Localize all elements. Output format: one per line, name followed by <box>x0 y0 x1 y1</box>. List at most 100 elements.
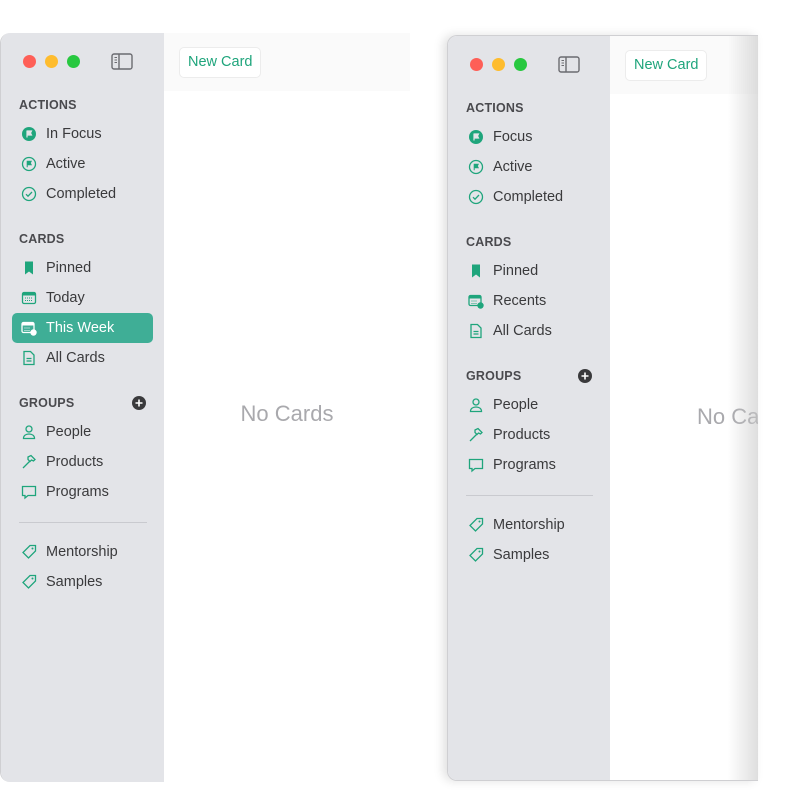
check-circle-icon <box>468 189 484 205</box>
add-group-button[interactable] <box>578 369 592 383</box>
sidebar-item-programs[interactable]: Programs <box>459 450 599 480</box>
close-button[interactable] <box>23 55 36 68</box>
section-header-actions: ACTIONS <box>466 101 524 115</box>
sidebar-item-samples[interactable]: Samples <box>459 540 599 570</box>
sidebar-item-completed[interactable]: Completed <box>459 182 599 212</box>
sidebar-divider <box>1 507 164 537</box>
tag-icon <box>22 574 37 589</box>
sidebar: ACTIONS Focus Active Completed CARDS Pinned Re… <box>448 36 610 780</box>
sidebar-item-label: Mentorship <box>46 544 118 560</box>
toolbar: New Card <box>164 33 410 91</box>
person-icon <box>22 425 36 440</box>
sidebar-item-label: Active <box>493 159 533 175</box>
sidebar-item-samples[interactable]: Samples <box>12 567 153 597</box>
main-content: New Card No Cards <box>164 33 410 782</box>
tag-icon <box>22 544 37 559</box>
sidebar-item-products[interactable]: Products <box>12 447 153 477</box>
sidebar-item-label: Completed <box>493 189 564 205</box>
sidebar-item-pinned[interactable]: Pinned <box>12 253 153 283</box>
window-controls <box>23 55 80 68</box>
close-button[interactable] <box>470 58 483 71</box>
person-icon <box>469 398 483 413</box>
tag-icon <box>469 517 484 532</box>
sidebar-item-recents[interactable]: Recents <box>459 286 599 316</box>
main-content: New Card No Cards <box>610 36 758 780</box>
sidebar-item-label: People <box>46 424 92 440</box>
sidebar-item-all-cards[interactable]: All Cards <box>459 316 599 346</box>
sidebar-item-label: Pinned <box>46 260 92 276</box>
sidebar-item-label: Today <box>46 290 85 306</box>
flag-filled-circle-icon <box>22 127 36 141</box>
sidebar-item-label: Pinned <box>493 263 539 279</box>
flag-circle-icon <box>21 156 37 172</box>
check-circle-icon <box>21 186 37 202</box>
calendar-check-icon <box>468 294 484 309</box>
calendar-check-icon <box>21 321 37 336</box>
sidebar-item-label: In Focus <box>46 126 102 142</box>
document-icon <box>23 350 35 366</box>
zoom-button[interactable] <box>67 55 80 68</box>
sidebar-item-people[interactable]: People <box>12 417 153 447</box>
sidebar-toggle-icon[interactable] <box>111 53 133 70</box>
sidebar-item-all-cards[interactable]: All Cards <box>12 343 153 373</box>
calendar-icon <box>21 291 37 305</box>
tag-icon <box>469 547 484 562</box>
app-window-right: ACTIONS Focus Active Completed CARDS Pinned Re… <box>447 35 758 781</box>
sidebar-item-label: Products <box>46 454 104 470</box>
speech-bubble-icon <box>468 458 484 473</box>
app-window-left: ACTIONS In Focus Active Completed CARDS Pinne… <box>0 33 410 782</box>
sidebar-item-active[interactable]: Active <box>12 149 153 179</box>
sidebar-item-label: People <box>493 397 539 413</box>
sidebar-item-completed[interactable]: Completed <box>12 179 153 209</box>
sidebar-item-focus[interactable]: Focus <box>459 122 599 152</box>
sidebar-item-this-week[interactable]: This Week <box>12 313 153 343</box>
sidebar-item-products[interactable]: Products <box>459 420 599 450</box>
sidebar-item-label: Active <box>46 156 86 172</box>
sidebar-item-label: Mentorship <box>493 517 565 533</box>
section-header-actions: ACTIONS <box>19 98 77 112</box>
sidebar-item-pinned[interactable]: Pinned <box>459 256 599 286</box>
hammer-icon <box>22 454 36 469</box>
zoom-button[interactable] <box>514 58 527 71</box>
sidebar-item-label: Recents <box>493 293 547 309</box>
sidebar-item-people[interactable]: People <box>459 390 599 420</box>
sidebar-item-label: Samples <box>493 547 550 563</box>
sidebar-divider <box>448 480 610 510</box>
add-group-button[interactable] <box>132 396 146 410</box>
toolbar: New Card <box>610 36 758 94</box>
empty-state-text: No Cards <box>240 401 334 426</box>
sidebar-item-label: All Cards <box>46 350 105 366</box>
sidebar-item-in-focus[interactable]: In Focus <box>12 119 153 149</box>
flag-filled-circle-icon <box>469 130 483 144</box>
document-icon <box>470 323 482 339</box>
sidebar-item-label: Programs <box>493 457 556 473</box>
sidebar-item-label: Samples <box>46 574 103 590</box>
sidebar-item-label: Completed <box>46 186 117 202</box>
new-card-button[interactable]: New Card <box>179 47 262 78</box>
sidebar-item-mentorship[interactable]: Mentorship <box>459 510 599 540</box>
window-controls <box>470 58 527 71</box>
section-header-groups: GROUPS <box>448 362 610 390</box>
sidebar-item-label: Products <box>493 427 551 443</box>
sidebar-item-active[interactable]: Active <box>459 152 599 182</box>
sidebar-item-programs[interactable]: Programs <box>12 477 153 507</box>
section-header-cards: CARDS <box>466 235 512 249</box>
sidebar-item-label: All Cards <box>493 323 552 339</box>
bookmark-icon <box>25 261 33 275</box>
sidebar: ACTIONS In Focus Active Completed CARDS Pinne… <box>1 33 164 782</box>
new-card-button[interactable]: New Card <box>625 50 708 81</box>
bookmark-icon <box>472 264 480 278</box>
minimize-button[interactable] <box>492 58 505 71</box>
empty-state-text: No Cards <box>697 404 758 429</box>
sidebar-item-mentorship[interactable]: Mentorship <box>12 537 153 567</box>
speech-bubble-icon <box>21 485 37 500</box>
section-header-groups: GROUPS <box>1 389 164 417</box>
sidebar-item-label: Programs <box>46 484 109 500</box>
sidebar-item-label: Focus <box>493 129 533 145</box>
section-header-cards: CARDS <box>19 232 65 246</box>
sidebar-toggle-icon[interactable] <box>558 56 580 73</box>
hammer-icon <box>469 427 483 442</box>
minimize-button[interactable] <box>45 55 58 68</box>
sidebar-item-today[interactable]: Today <box>12 283 153 313</box>
flag-circle-icon <box>468 159 484 175</box>
